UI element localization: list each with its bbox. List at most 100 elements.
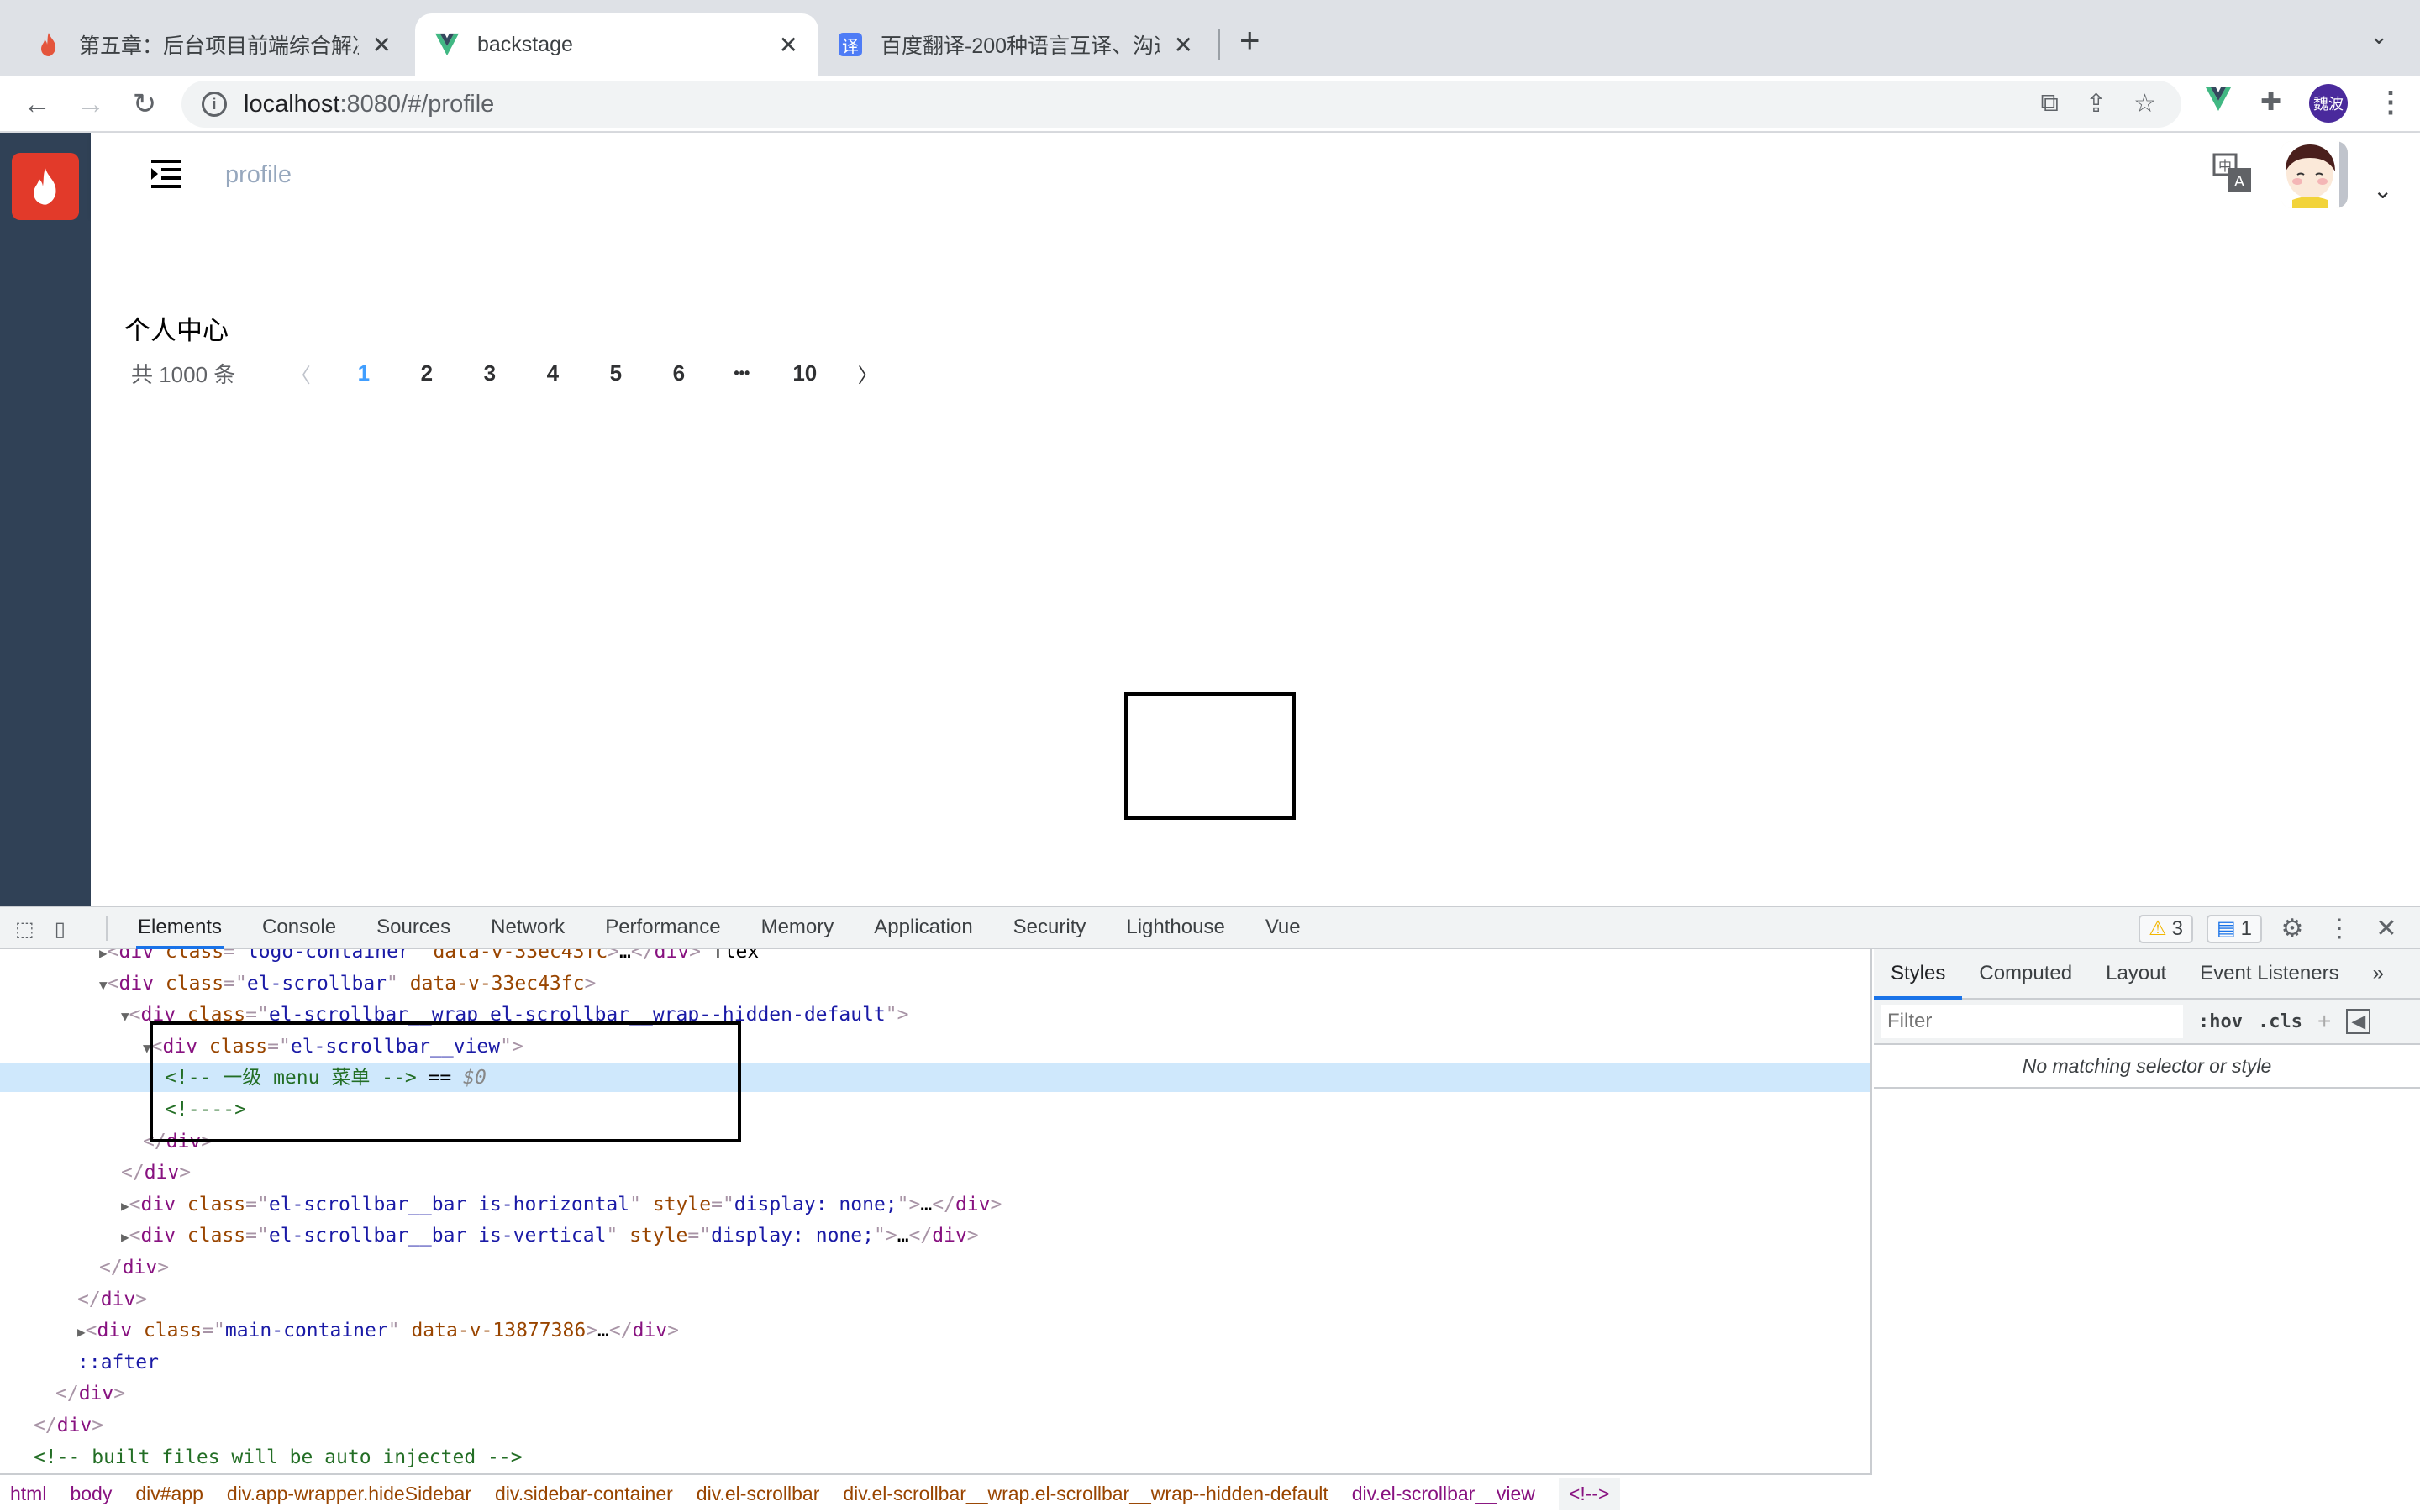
forward-button[interactable]: → (72, 86, 109, 123)
sidebar (0, 133, 91, 906)
pagination-total: 共 1000 条 (131, 361, 236, 387)
more-tabs-icon[interactable]: » (2356, 949, 2401, 998)
more-pages-button[interactable]: ••• (710, 365, 773, 382)
devtools-tab-vue[interactable]: Vue (1245, 907, 1321, 948)
translate-icon: 译 (839, 33, 862, 56)
site-info-icon[interactable]: i (202, 92, 227, 117)
app-logo[interactable] (12, 153, 79, 220)
dom-breadcrumb-item[interactable]: div.sidebar-container (495, 1483, 673, 1505)
devtools-tab-elements[interactable]: Elements (118, 907, 242, 949)
browser-toolbar: ← → ↻ i localhost:8080/#/profile ⧉ ⇪ ☆ ✚… (0, 76, 2420, 133)
devtools-menu-icon[interactable]: ⋮ (2323, 914, 2356, 943)
annotation-box (150, 1021, 741, 1142)
dom-node-line[interactable]: </div> (0, 1253, 1870, 1282)
extensions-puzzle-icon[interactable]: ✚ (2260, 87, 2281, 117)
styles-pane-tabs: Styles Computed Layout Event Listeners» (1874, 949, 2420, 1000)
inspect-element-icon[interactable]: ⬚ (15, 917, 34, 942)
back-button[interactable]: ← (18, 86, 55, 123)
close-tab-icon[interactable]: ✕ (779, 31, 798, 59)
tab-title: 百度翻译-200种语言互译、沟通全世界！ (881, 34, 1160, 58)
close-tab-icon[interactable]: ✕ (1174, 31, 1193, 59)
annotation-box (1124, 692, 1296, 820)
close-tab-icon[interactable]: ✕ (372, 31, 392, 59)
dom-breadcrumb-item[interactable]: div#app (135, 1483, 203, 1505)
hamburger-toggle-icon[interactable] (151, 160, 182, 188)
styles-tab-styles[interactable]: Styles (1874, 949, 1963, 1000)
dom-breadcrumb-item[interactable]: div.el-scrollbar (697, 1483, 820, 1505)
dom-node-line[interactable]: ▶<div class="el-scrollbar__bar is-vertic… (0, 1221, 1870, 1250)
dom-node-line[interactable]: ▼<div class="el-scrollbar" data-v-33ec43… (0, 969, 1870, 998)
device-toolbar-icon[interactable]: ▯ (55, 917, 66, 942)
dom-node-line[interactable]: </div> (0, 1411, 1870, 1440)
message-icon: ▤ (2216, 917, 2236, 940)
vue-icon (435, 33, 459, 56)
page-button[interactable]: 5 (584, 360, 647, 386)
warnings-badge[interactable]: ⚠ 3 (2139, 914, 2193, 943)
dom-breadcrumb-item[interactable]: div.el-scrollbar__view (1352, 1483, 1535, 1505)
bookmark-star-icon[interactable]: ☆ (2133, 89, 2156, 118)
hov-toggle[interactable]: :hov (2198, 1011, 2243, 1032)
settings-gear-icon[interactable]: ⚙ (2275, 914, 2309, 943)
dom-breadcrumb-item[interactable]: html (10, 1483, 46, 1505)
dom-breadcrumb-item[interactable]: div.app-wrapper.hideSidebar (227, 1483, 471, 1505)
url-text[interactable]: localhost:8080/#/profile (244, 91, 494, 118)
dom-node-line[interactable]: ::after (0, 1348, 1870, 1377)
user-dropdown-chevron-icon[interactable]: ⌄ (2373, 176, 2392, 204)
devtools-tab-application[interactable]: Application (854, 907, 992, 948)
dom-breadcrumb-item[interactable]: body (70, 1483, 112, 1505)
reload-button[interactable]: ↻ (126, 86, 163, 123)
dom-node-line[interactable]: ▶<div class="el-scrollbar__bar is-horizo… (0, 1190, 1870, 1219)
browser-menu-icon[interactable]: ⋮ (2376, 86, 2405, 119)
styles-tab-event-listeners[interactable]: Event Listeners (2183, 949, 2355, 998)
styles-tab-computed[interactable]: Computed (1962, 949, 2089, 998)
profile-avatar[interactable]: 魏波 (2309, 84, 2348, 123)
share-icon[interactable]: ⇪ (2086, 89, 2107, 118)
styles-tab-layout[interactable]: Layout (2089, 949, 2183, 998)
dom-node-line[interactable]: </div> (0, 1285, 1870, 1314)
prev-page-button[interactable]: 〈 (269, 359, 332, 388)
dom-breadcrumb-item[interactable]: <!--> (1558, 1477, 1620, 1510)
next-page-button[interactable]: 〉 (836, 359, 899, 388)
devtools-tab-console[interactable]: Console (242, 907, 356, 948)
devtools-tab-performance[interactable]: Performance (585, 907, 740, 948)
browser-tab-strip: 第五章：后台项目前端综合解决方案 ✕ backstage ✕ 译 百度翻译-20… (0, 0, 2420, 76)
tab-search-button[interactable]: ⌄ (2370, 24, 2388, 50)
new-style-rule-icon[interactable]: + (2317, 1008, 2331, 1035)
styles-filter-input[interactable] (1881, 1005, 2183, 1038)
dom-node-line[interactable]: </div> (0, 1379, 1870, 1408)
devtools-tab-memory[interactable]: Memory (741, 907, 855, 948)
page-button[interactable]: 2 (395, 360, 458, 386)
devtools-tab-lighthouse[interactable]: Lighthouse (1106, 907, 1244, 948)
browser-tab[interactable]: 译 百度翻译-200种语言互译、沟通全世界！ ✕ (818, 13, 1213, 76)
new-tab-button[interactable]: + (1239, 20, 1260, 60)
dom-node-line[interactable]: ▶<div class="main-container" data-v-1387… (0, 1316, 1870, 1345)
devtools-tab-sources[interactable]: Sources (356, 907, 471, 948)
devtools-tabs: Elements Console Sources Network Performance… (118, 907, 1321, 949)
devtools-tab-network[interactable]: Network (471, 907, 585, 948)
dom-node-line[interactable]: </div> (0, 1158, 1870, 1187)
cls-toggle[interactable]: .cls (2258, 1011, 2302, 1032)
breadcrumb: profile (225, 161, 292, 188)
no-matching-styles: No matching selector or style (1874, 1045, 2420, 1089)
address-bar[interactable]: i localhost:8080/#/profile ⧉ ⇪ ☆ (182, 81, 2181, 128)
language-switch-icon[interactable]: 中A (2212, 153, 2253, 193)
vue-devtools-extension-icon[interactable] (2205, 87, 2232, 118)
user-avatar[interactable] (2281, 141, 2348, 208)
page-button[interactable]: 1 (332, 360, 395, 386)
page-button[interactable]: 4 (521, 360, 584, 386)
flame-icon (37, 33, 60, 56)
devtools-tab-security[interactable]: Security (993, 907, 1107, 948)
open-external-icon[interactable]: ⧉ (2041, 89, 2059, 118)
tab-title: backstage (477, 32, 573, 56)
dom-node-line[interactable]: <!-- built files will be auto injected -… (0, 1443, 1870, 1472)
toggle-sidebar-icon[interactable]: ◀ (2346, 1009, 2371, 1034)
browser-tab-active[interactable]: backstage ✕ (415, 13, 818, 76)
messages-badge[interactable]: ▤ 1 (2206, 914, 2262, 943)
close-devtools-icon[interactable]: ✕ (2370, 914, 2403, 943)
page-button[interactable]: 3 (458, 360, 521, 386)
page-button[interactable]: 10 (773, 360, 836, 386)
browser-tab[interactable]: 第五章：后台项目前端综合解决方案 ✕ (17, 13, 412, 76)
dom-node-line[interactable]: ▶<div class="logo-container" data-v-33ec… (0, 949, 1870, 966)
page-button[interactable]: 6 (647, 360, 710, 386)
dom-breadcrumb-item[interactable]: div.el-scrollbar__wrap.el-scrollbar__wra… (843, 1483, 1328, 1505)
